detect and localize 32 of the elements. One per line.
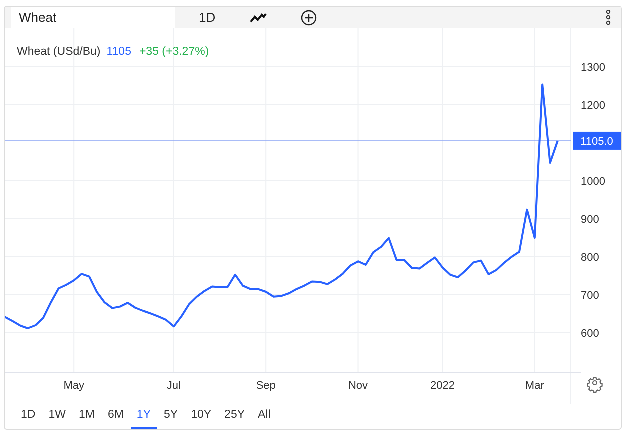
range-tab[interactable]: 1M bbox=[72, 404, 101, 429]
price-tag: 1105.0 bbox=[573, 132, 621, 150]
y-axis-label: 1300 bbox=[581, 62, 606, 74]
range-tab[interactable]: 5Y bbox=[158, 404, 184, 429]
y-axis-label: 900 bbox=[581, 214, 600, 226]
y-axis-label: 1200 bbox=[581, 100, 606, 112]
x-axis-label: Sep bbox=[256, 380, 276, 392]
range-tab[interactable]: 10Y bbox=[185, 404, 218, 429]
y-axis-label: 700 bbox=[581, 290, 600, 302]
more-icon bbox=[606, 10, 611, 25]
plus-icon bbox=[300, 10, 317, 26]
line-chart-icon bbox=[250, 12, 267, 22]
range-tab[interactable]: 1Y bbox=[130, 404, 157, 429]
legend-price: 1105 bbox=[106, 46, 132, 58]
range-tab[interactable]: 25Y bbox=[218, 404, 252, 429]
range-tab[interactable]: 1D bbox=[15, 404, 42, 429]
settings-icon[interactable] bbox=[587, 377, 603, 393]
x-axis-label: 2022 bbox=[430, 380, 455, 392]
interval-button[interactable]: 1D bbox=[195, 8, 220, 27]
y-axis-label: 1000 bbox=[581, 176, 606, 188]
x-axis-label: May bbox=[64, 380, 84, 392]
x-axis-label: Nov bbox=[348, 380, 368, 392]
range-tab[interactable]: 1W bbox=[42, 404, 72, 429]
legend-symbol: Wheat (USd/Bu) bbox=[17, 46, 101, 58]
x-axis-label: Jul bbox=[166, 380, 181, 392]
y-axis-label: 600 bbox=[581, 328, 600, 340]
legend-change: +35 (+3.27%) bbox=[139, 46, 210, 58]
y-axis-label: 800 bbox=[581, 252, 600, 264]
x-axis-label: Mar bbox=[525, 380, 544, 392]
range-tab[interactable]: All bbox=[252, 404, 277, 429]
range-tab[interactable]: 6M bbox=[102, 404, 130, 429]
search-field[interactable]: Wheat bbox=[11, 7, 175, 28]
